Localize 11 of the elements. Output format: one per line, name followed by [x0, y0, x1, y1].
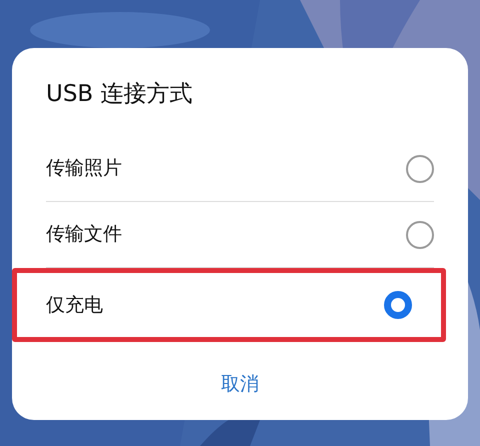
radio-button[interactable]: [406, 154, 434, 182]
radio-button[interactable]: [406, 220, 434, 248]
option-label: 传输文件: [46, 222, 122, 248]
option-label: 仅充电: [46, 292, 103, 318]
option-label: 传输照片: [46, 156, 122, 182]
dialog-title: USB 连接方式: [46, 80, 194, 109]
option-row[interactable]: 传输文件: [46, 202, 434, 268]
option-row[interactable]: 传输照片: [46, 136, 434, 202]
option-row[interactable]: 仅充电: [46, 273, 412, 337]
radio-button[interactable]: [384, 291, 412, 319]
cancel-button[interactable]: 取消: [207, 366, 273, 402]
